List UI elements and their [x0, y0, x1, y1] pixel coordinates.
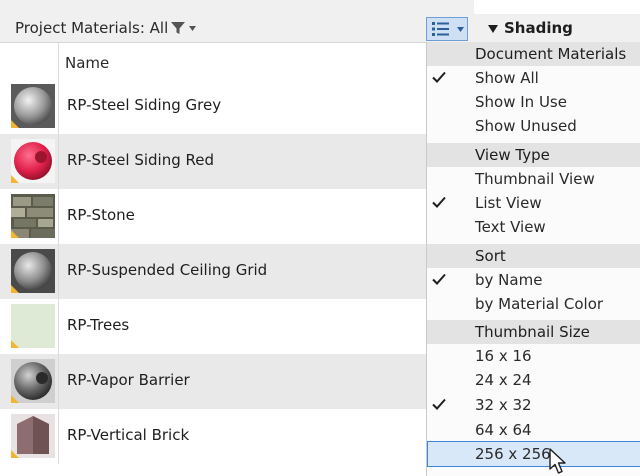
- material-name: RP-Steel Siding Grey: [67, 96, 222, 114]
- column-divider: [58, 189, 59, 244]
- funnel-icon[interactable]: [170, 20, 186, 36]
- check-icon: [432, 273, 446, 285]
- chevron-down-icon[interactable]: [189, 26, 196, 31]
- material-thumbnail-grey-sphere: [11, 249, 55, 293]
- menu-item-size-64[interactable]: 64 x 64: [427, 418, 640, 442]
- shading-title: Shading: [504, 19, 573, 37]
- table-row[interactable]: RP-Trees: [0, 299, 426, 354]
- column-divider: [58, 134, 59, 189]
- project-materials-filter-label[interactable]: Project Materials: All: [15, 19, 168, 37]
- column-divider: [58, 409, 59, 464]
- menu-item-size-24[interactable]: 24 x 24: [427, 368, 640, 392]
- materials-toolbar: Project Materials: All: [0, 0, 474, 43]
- menu-section-view-type: View Type: [427, 143, 640, 167]
- material-name: RP-Stone: [67, 206, 135, 224]
- menu-item-sort-by-name[interactable]: by Name: [427, 268, 640, 292]
- menu-item-show-unused[interactable]: Show Unused: [427, 114, 640, 138]
- material-thumbnail-stone: [11, 194, 55, 238]
- menu-section-sort: Sort: [427, 244, 640, 268]
- menu-item-sort-by-material-color[interactable]: by Material Color: [427, 292, 640, 316]
- material-name: RP-Trees: [67, 316, 130, 334]
- material-thumbnail-pale-green: [11, 304, 55, 348]
- table-row[interactable]: RP-Stone: [0, 189, 426, 244]
- view-options-button[interactable]: [426, 17, 468, 41]
- column-divider: [58, 79, 59, 134]
- material-name: RP-Vertical Brick: [67, 426, 190, 444]
- table-row[interactable]: RP-Suspended Ceiling Grid: [0, 244, 426, 299]
- menu-item-show-all[interactable]: Show All: [427, 66, 640, 90]
- table-row[interactable]: RP-Vertical Brick: [0, 409, 426, 464]
- menu-item-size-32[interactable]: 32 x 32: [427, 393, 640, 417]
- menu-item-show-in-use[interactable]: Show In Use: [427, 90, 640, 114]
- menu-item-list-view[interactable]: List View: [427, 191, 640, 215]
- table-row[interactable]: RP-Vapor Barrier: [0, 354, 426, 409]
- menu-item-size-16[interactable]: 16 x 16: [427, 344, 640, 368]
- check-icon: [432, 71, 446, 83]
- menu-section-thumbnail-size: Thumbnail Size: [427, 320, 640, 344]
- column-divider: [58, 43, 59, 79]
- material-name: RP-Steel Siding Red: [67, 151, 215, 169]
- view-options-menu: Document Materials Show All Show In Use …: [426, 42, 640, 476]
- material-thumbnail-grey-sphere: [11, 84, 55, 128]
- chevron-down-icon: [457, 27, 464, 32]
- menu-item-size-256[interactable]: 256 x 256: [427, 441, 640, 467]
- column-divider: [58, 299, 59, 354]
- name-column-header[interactable]: Name: [65, 54, 109, 72]
- material-thumbnail-red-sphere: [11, 139, 55, 183]
- material-name: RP-Suspended Ceiling Grid: [67, 261, 268, 279]
- check-icon: [432, 398, 446, 410]
- materials-list: RP-Steel Siding Grey RP-Steel Siding Red…: [0, 79, 426, 464]
- menu-section-document-materials: Document Materials: [427, 42, 640, 66]
- triangle-down-icon: [488, 25, 498, 33]
- menu-item-text-view[interactable]: Text View: [427, 215, 640, 239]
- table-row[interactable]: RP-Steel Siding Grey: [0, 79, 426, 134]
- material-thumbnail-brick: [11, 414, 55, 458]
- material-thumbnail-dark-sphere: [11, 359, 55, 403]
- list-view-icon: [432, 22, 449, 36]
- check-icon: [432, 196, 446, 208]
- shading-section-header[interactable]: Shading: [474, 14, 640, 42]
- column-divider: [58, 244, 59, 299]
- column-divider: [58, 354, 59, 409]
- table-row[interactable]: RP-Steel Siding Red: [0, 134, 426, 189]
- material-name: RP-Vapor Barrier: [67, 371, 190, 389]
- mouse-cursor-icon: [549, 448, 566, 474]
- column-header: Name: [0, 43, 426, 79]
- menu-item-thumbnail-view[interactable]: Thumbnail View: [427, 167, 640, 191]
